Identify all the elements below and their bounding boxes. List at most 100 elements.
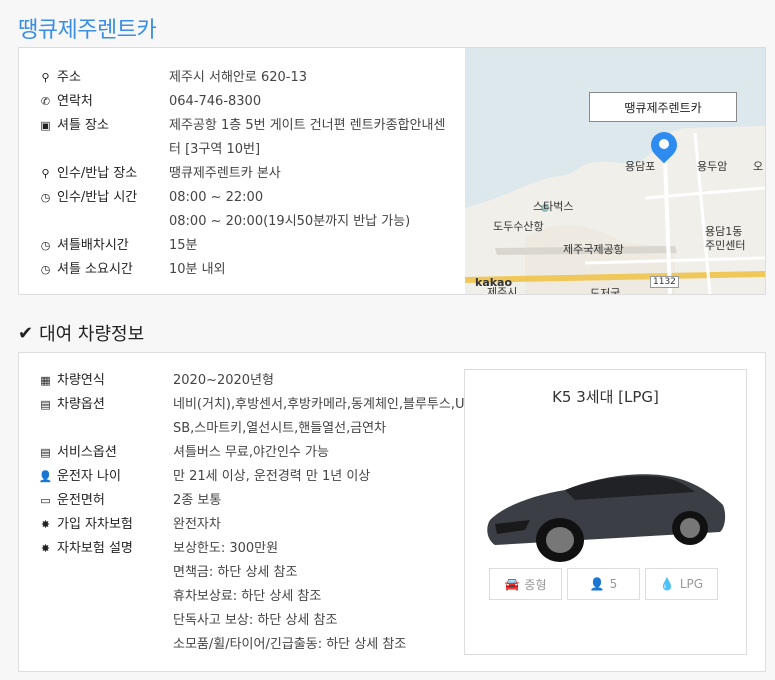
- clock-icon: ◷: [40, 239, 51, 252]
- row-value: SB,스마트키,열선시트,핸들열선,금연차: [173, 421, 387, 436]
- row-label: ▭ 운전면허: [39, 489, 173, 513]
- car_info-row: 면책금: 하단 상세 참조: [39, 561, 467, 585]
- row-label: [39, 633, 173, 657]
- car_info-row: 👤 운전자 나이 만 21세 이상, 운전경력 만 1년 이상: [39, 465, 467, 489]
- car-crash-icon: ✸: [40, 518, 51, 531]
- car_info-row: 휴차보상료: 하단 상세 참조: [39, 585, 467, 609]
- car-info-box: ▦ 차량연식 2020~2020년형 ▤ 차량옵션 네비(거치),후방센서,후방카메라,동…: [18, 352, 766, 672]
- label-text: 서비스옵션: [57, 445, 117, 460]
- row-label: 👤 운전자 나이: [39, 465, 173, 489]
- map-marker-icon: ⚲: [41, 71, 50, 84]
- row-value: 10분 내외: [169, 262, 226, 277]
- car_info-row: ✸ 자차보험 설명 보상한도: 300만원: [39, 537, 467, 561]
- rental_info-row: ◷ 셔틀 소요시간 10분 내외: [39, 258, 469, 282]
- row-value: 만 21세 이상, 운전경력 만 1년 이상: [173, 469, 371, 484]
- row-label: ▦ 차량연식: [39, 369, 173, 393]
- row-value: 제주공항 1층 5번 게이트 건너편 렌트카종합안내센: [169, 118, 446, 133]
- map-place: 용두암: [697, 160, 728, 173]
- car-card[interactable]: K5 3세대 [LPG] 🚘 중형 👤 5 💧 LPG: [464, 369, 747, 655]
- clock-icon: ◷: [40, 263, 51, 276]
- row-value: 15분: [169, 238, 198, 253]
- label-text: 자차보험 설명: [57, 541, 133, 556]
- map-marker-icon: ⚲: [41, 167, 50, 180]
- rental_info-row: ◷ 셔틀배차시간 15분: [39, 234, 469, 258]
- id-card-icon: ▭: [40, 494, 51, 507]
- chip-label: 중형: [524, 577, 547, 592]
- car_info-row: ▭ 운전면허 2종 보통: [39, 489, 467, 513]
- label-text: 주소: [57, 70, 81, 85]
- map-place: 용담포: [625, 160, 656, 173]
- car-info-list: ▦ 차량연식 2020~2020년형 ▤ 차량옵션 네비(거치),후방센서,후방카메라,동…: [39, 369, 467, 657]
- map-place: 도두수산항: [493, 220, 544, 233]
- label-text: 인수/반납 장소: [57, 166, 138, 181]
- row-label: [39, 210, 169, 234]
- car-icon: 🚘: [504, 577, 520, 591]
- clock-icon: ◷: [40, 191, 51, 204]
- label-text: 운전면허: [57, 493, 105, 508]
- car_info-row: ▦ 차량연식 2020~2020년형: [39, 369, 467, 393]
- map-popup[interactable]: 땡큐제주렌트카: [589, 92, 737, 122]
- row-value: 064-746-8300: [169, 94, 262, 109]
- row-label: [39, 138, 169, 162]
- chip-class: 🚘 중형: [489, 568, 562, 600]
- droplet-icon: 💧: [659, 577, 675, 591]
- row-label: ◷ 셔틀배차시간: [39, 234, 169, 258]
- row-label: [39, 561, 173, 585]
- label-text: 셔틀 장소: [57, 118, 109, 133]
- row-label: ⚲ 주소: [39, 66, 169, 90]
- row-value: 휴차보상료: 하단 상세 참조: [173, 589, 322, 604]
- row-value: 완전자차: [173, 517, 221, 532]
- chip-label: LPG: [679, 577, 704, 591]
- car_info-row: ▤ 차량옵션 네비(거치),후방센서,후방카메라,동계체인,블루투스,U: [39, 393, 467, 417]
- car-crash-icon: ✸: [40, 542, 51, 555]
- map-place: 스타벅스: [533, 200, 574, 213]
- rental_info-row: ✆ 연락처 064-746-8300: [39, 90, 469, 114]
- chip-label: 5: [609, 577, 618, 591]
- row-label: ✸ 자차보험 설명: [39, 537, 173, 561]
- clipboard-icon: ▤: [40, 446, 51, 459]
- row-value: 면책금: 하단 상세 참조: [173, 565, 298, 580]
- row-label: ▤ 서비스옵션: [39, 441, 173, 465]
- section-title-text: 대여 차량정보: [39, 324, 145, 345]
- car_info-row: ▤ 서비스옵션 셔틀버스 무료,야간인수 가능: [39, 441, 467, 465]
- check-icon: ✔: [18, 322, 34, 344]
- bus-icon: ▣: [40, 119, 51, 132]
- row-value: 셔틀버스 무료,야간인수 가능: [173, 445, 329, 460]
- car_info-row: 단독사고 보상: 하단 상세 참조: [39, 609, 467, 633]
- car_info-row: SB,스마트키,열선시트,핸들열선,금연차: [39, 417, 467, 441]
- row-value: 네비(거치),후방센서,후방카메라,동계체인,블루투스,U: [173, 397, 465, 412]
- rental_info-row: ⚲ 인수/반납 장소 땡큐제주렌트카 본사: [39, 162, 469, 186]
- row-label: ◷ 인수/반납 시간: [39, 186, 169, 210]
- row-label: ✆ 연락처: [39, 90, 169, 114]
- rental_info-row: 08:00 ~ 20:00(19시50분까지 반납 가능): [39, 210, 469, 234]
- row-label: [39, 609, 173, 633]
- clipboard-icon: ▤: [40, 398, 51, 411]
- row-value: 2종 보통: [173, 493, 222, 508]
- map-place: 도저굴: [590, 287, 621, 294]
- location-map[interactable]: 땡큐제주렌트카 용담포 용두암 오 스타벅스 도두수산항 용담1동 주민센터 제…: [465, 48, 765, 294]
- row-value: 08:00 ~ 22:00: [169, 190, 264, 205]
- car_info-row: ✸ 가입 자차보험 완전자차: [39, 513, 467, 537]
- label-text: 연락처: [57, 94, 93, 109]
- car-image: [487, 474, 726, 562]
- row-value: 제주시 서해안로 620-13: [169, 70, 308, 85]
- row-value: 땡큐제주렌트카 본사: [169, 166, 281, 181]
- map-place: 오: [753, 160, 764, 173]
- rental_info-row: ⚲ 주소 제주시 서해안로 620-13: [39, 66, 469, 90]
- row-value: 08:00 ~ 20:00(19시50분까지 반납 가능): [169, 214, 411, 229]
- user-check-icon: 👤: [38, 470, 53, 483]
- user-icon: 👤: [589, 577, 605, 591]
- map-place: 주민센터: [705, 239, 746, 252]
- marker-dot: [659, 139, 669, 149]
- row-value: 터 [3구역 10번]: [169, 142, 261, 157]
- chip-seats: 👤 5: [567, 568, 640, 600]
- row-label: [39, 585, 173, 609]
- rental_info-row: ◷ 인수/반납 시간 08:00 ~ 22:00: [39, 186, 469, 210]
- row-value: 소모품/휠/타이어/긴급출동: 하단 상세 참조: [173, 637, 407, 652]
- map-road-number: 1132: [650, 276, 679, 288]
- row-value: 보상한도: 300만원: [173, 541, 279, 556]
- car_info-row: 소모품/휠/타이어/긴급출동: 하단 상세 참조: [39, 633, 467, 657]
- label-text: 차량옵션: [57, 397, 105, 412]
- phone-icon: ✆: [40, 95, 51, 108]
- chip-fuel: 💧 LPG: [645, 568, 718, 600]
